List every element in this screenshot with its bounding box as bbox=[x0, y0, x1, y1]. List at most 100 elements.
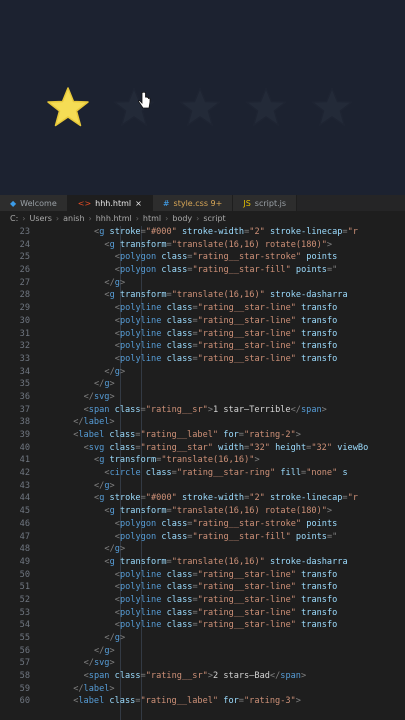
star-4[interactable] bbox=[242, 84, 290, 132]
chevron-right-icon: › bbox=[165, 213, 169, 223]
code-line[interactable]: 59 </label> bbox=[0, 683, 405, 696]
code-line[interactable]: 55 </g> bbox=[0, 632, 405, 645]
tab-style-css[interactable]: # style.css 9+ bbox=[152, 195, 234, 211]
code-line[interactable]: 25 <polygon class="rating__star-stroke" p… bbox=[0, 251, 405, 264]
code-token: class bbox=[161, 341, 193, 352]
code-line[interactable]: 29 <polyline class="rating__star-line" tr… bbox=[0, 302, 405, 315]
code-line[interactable]: 24 <g transform="translate(16,16) rotate(… bbox=[0, 239, 405, 252]
breadcrumb-item[interactable]: C: bbox=[10, 214, 18, 223]
code-token: class bbox=[161, 607, 193, 618]
code-line[interactable]: 58 <span class="rating__sr">2 stars—Bad</… bbox=[0, 670, 405, 683]
code-token: "translate(16,16) rotate(180)" bbox=[171, 506, 327, 517]
code-text: <polygon class="rating__star-stroke" poi… bbox=[115, 251, 338, 264]
code-line[interactable]: 33 <polyline class="rating__star-line" tr… bbox=[0, 353, 405, 366]
code-text: <polyline class="rating__star-line" tran… bbox=[115, 581, 338, 594]
breadcrumb-item[interactable]: hhh.html bbox=[96, 214, 132, 223]
line-number: 27 bbox=[19, 277, 30, 288]
code-token: > bbox=[109, 417, 115, 428]
code-token: "rating__label" bbox=[140, 430, 219, 440]
code-token: stroke-dasharra bbox=[264, 556, 348, 567]
code-line[interactable]: 51 <polyline class="rating__star-line" tr… bbox=[0, 581, 405, 594]
star-1[interactable] bbox=[44, 84, 92, 132]
code-line[interactable]: 39 <label class="rating__label" for="rati… bbox=[0, 429, 405, 442]
code-token: points bbox=[301, 518, 338, 529]
code-line[interactable]: 34 </g> bbox=[0, 366, 405, 379]
star-5[interactable] bbox=[308, 84, 356, 132]
code-token: "rating__star-line" bbox=[197, 620, 296, 631]
code-line[interactable]: 37 <span class="rating__sr">1 star—Terrib… bbox=[0, 404, 405, 417]
code-line[interactable]: 50 <polyline class="rating__star-line" tr… bbox=[0, 569, 405, 582]
code-text: <polyline class="rating__star-line" tran… bbox=[115, 302, 338, 315]
code-token: transform bbox=[114, 556, 167, 567]
code-token: viewBo bbox=[332, 442, 369, 453]
code-line[interactable]: 43 </g> bbox=[0, 480, 405, 493]
tab-script-js[interactable]: JS script.js bbox=[233, 195, 298, 211]
code-token: polyline bbox=[119, 620, 162, 631]
code-token: "rating__star" bbox=[140, 442, 213, 453]
code-token: stroke-linecap bbox=[264, 493, 343, 504]
code-token: "translate(16,16) rotate(180)" bbox=[171, 239, 327, 250]
code-line[interactable]: 23 <g stroke="#000" stroke-width="2" stro… bbox=[0, 226, 405, 239]
code-line[interactable]: 41 <g transform="translate(16,16)"> bbox=[0, 454, 405, 467]
star-3[interactable] bbox=[176, 84, 224, 132]
code-token: class bbox=[161, 582, 193, 593]
code-line[interactable]: 26 <polygon class="rating__star-fill" poi… bbox=[0, 264, 405, 277]
line-number: 39 bbox=[19, 430, 30, 440]
code-token: polygon bbox=[119, 265, 157, 276]
breadcrumb-item[interactable]: script bbox=[203, 214, 225, 223]
close-icon[interactable]: × bbox=[135, 199, 142, 208]
code-token: stroke-width bbox=[176, 227, 245, 237]
code-line[interactable]: 42 <circle class="rating__star-ring" fill… bbox=[0, 467, 405, 480]
code-line[interactable]: 32 <polyline class="rating__star-line" tr… bbox=[0, 340, 405, 353]
tab-welcome[interactable]: ◆ Welcome bbox=[0, 195, 68, 211]
tab-hhh-html[interactable]: <> hhh.html × bbox=[67, 195, 153, 211]
code-line[interactable]: 44 <g stroke="#000" stroke-width="2" stro… bbox=[0, 492, 405, 505]
code-line[interactable]: 28 <g transform="translate(16,16)" stroke… bbox=[0, 289, 405, 302]
code-line[interactable]: 54 <polyline class="rating__star-line" tr… bbox=[0, 619, 405, 632]
code-line[interactable]: 57 </svg> bbox=[0, 657, 405, 670]
code-line[interactable]: 30 <polyline class="rating__star-line" tr… bbox=[0, 315, 405, 328]
code-line[interactable]: 46 <polygon class="rating__star-stroke" p… bbox=[0, 518, 405, 531]
breadcrumb-item[interactable]: html bbox=[143, 214, 161, 223]
code-line[interactable]: 27 </g> bbox=[0, 277, 405, 290]
code-token: label bbox=[78, 696, 105, 707]
code-token: points bbox=[301, 252, 338, 263]
code-line[interactable]: 56 </g> bbox=[0, 645, 405, 658]
chevron-right-icon: › bbox=[22, 213, 26, 223]
code-line[interactable]: 53 <polyline class="rating__star-line" tr… bbox=[0, 607, 405, 620]
code-line[interactable]: 49 <g transform="translate(16,16)" stroke… bbox=[0, 556, 405, 569]
tab-label: hhh.html bbox=[95, 198, 132, 208]
hand-cursor-icon bbox=[138, 92, 151, 109]
code-line[interactable]: 38 </label> bbox=[0, 416, 405, 429]
code-text: </g> bbox=[104, 632, 125, 645]
breadcrumb-item[interactable]: anish bbox=[63, 214, 84, 223]
code-token: "2" bbox=[249, 227, 265, 237]
code-token: transfo bbox=[295, 620, 338, 631]
code-token: label bbox=[83, 683, 110, 694]
code-token: > bbox=[295, 696, 301, 707]
code-token: > bbox=[119, 277, 126, 288]
code-text: <g transform="translate(16,16) rotate(18… bbox=[104, 239, 332, 252]
code-text: </label> bbox=[73, 683, 114, 696]
code-line[interactable]: 47 <polygon class="rating__star-fill" poi… bbox=[0, 531, 405, 544]
code-token: transform bbox=[114, 239, 167, 250]
code-line[interactable]: 60 <label class="rating__label" for="rati… bbox=[0, 695, 405, 708]
breadcrumb-item[interactable]: body bbox=[172, 214, 192, 223]
breadcrumb-item[interactable]: Users bbox=[29, 214, 51, 223]
code-area[interactable]: 23 <g stroke="#000" stroke-width="2" stro… bbox=[0, 226, 405, 708]
code-line[interactable]: 36 </svg> bbox=[0, 391, 405, 404]
code-line[interactable]: 31 <polyline class="rating__star-line" tr… bbox=[0, 328, 405, 341]
code-line[interactable]: 48 </g> bbox=[0, 543, 405, 556]
code-token: "translate(16,16)" bbox=[171, 290, 265, 301]
code-line[interactable]: 45 <g transform="translate(16,16) rotate(… bbox=[0, 505, 405, 518]
code-token: 2 stars—Bad bbox=[213, 671, 270, 682]
code-token: "translate(16,16)" bbox=[171, 556, 265, 567]
line-number: 57 bbox=[19, 658, 30, 669]
code-line[interactable]: 52 <polyline class="rating__star-line" tr… bbox=[0, 594, 405, 607]
code-line[interactable]: 35 </g> bbox=[0, 378, 405, 391]
code-token: stroke bbox=[104, 227, 141, 237]
code-line[interactable]: 40 <svg class="rating__star" width="32" h… bbox=[0, 442, 405, 455]
code-token: > bbox=[109, 645, 115, 656]
tab-label: script.js bbox=[254, 198, 287, 208]
code-token: points bbox=[290, 265, 327, 276]
